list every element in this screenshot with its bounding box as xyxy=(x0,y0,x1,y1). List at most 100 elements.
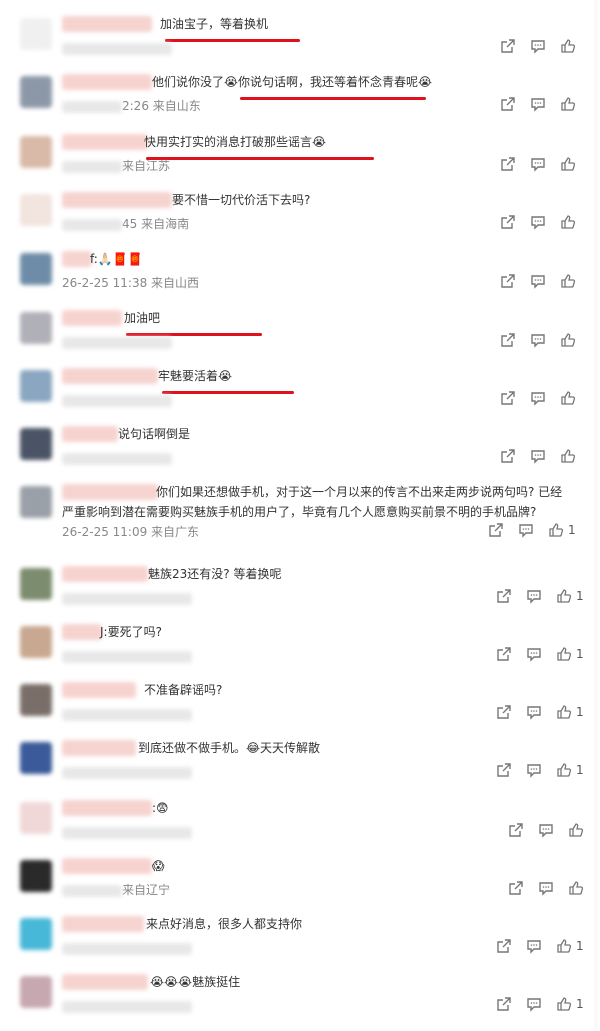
share-icon[interactable] xyxy=(496,646,512,662)
thumbs-up-icon[interactable] xyxy=(560,156,576,172)
username-redacted[interactable] xyxy=(62,682,136,698)
username-redacted[interactable] xyxy=(62,134,148,150)
username-redacted[interactable] xyxy=(62,192,172,208)
thumbs-up-icon[interactable] xyxy=(556,762,572,778)
username-redacted[interactable] xyxy=(62,251,92,267)
red-underline-annotation xyxy=(165,39,300,42)
comment-icon[interactable] xyxy=(530,38,546,54)
share-icon[interactable] xyxy=(496,996,512,1012)
meta-redacted xyxy=(62,826,192,839)
avatar[interactable] xyxy=(20,486,52,518)
avatar[interactable] xyxy=(20,136,52,168)
comment-icon[interactable] xyxy=(538,822,554,838)
share-icon[interactable] xyxy=(496,938,512,954)
share-icon[interactable] xyxy=(500,273,516,289)
username-redacted[interactable] xyxy=(62,74,152,90)
avatar[interactable] xyxy=(20,568,52,600)
meta-redacted xyxy=(62,1000,192,1013)
comment-text: 来点好消息，很多人都支持你 xyxy=(146,917,303,931)
comment-text: 不准备辟谣吗? xyxy=(144,683,223,697)
thumbs-up-icon[interactable] xyxy=(556,704,572,720)
comment-icon[interactable] xyxy=(526,588,542,604)
username-redacted[interactable] xyxy=(62,974,148,990)
comment-icon[interactable] xyxy=(530,273,546,289)
avatar[interactable] xyxy=(20,76,52,108)
comment-icon[interactable] xyxy=(530,390,546,406)
thumbs-up-icon[interactable] xyxy=(560,214,576,230)
comment-meta xyxy=(62,998,192,1014)
thumbs-up-icon[interactable] xyxy=(560,38,576,54)
thumbs-up-icon[interactable] xyxy=(556,938,572,954)
share-icon[interactable] xyxy=(500,448,516,464)
comment-icon[interactable] xyxy=(538,880,554,896)
comment-actions xyxy=(500,332,590,350)
thumbs-up-icon[interactable] xyxy=(556,588,572,604)
avatar[interactable] xyxy=(20,976,52,1008)
comment-icon[interactable] xyxy=(526,646,542,662)
avatar[interactable] xyxy=(20,18,52,50)
comment-icon[interactable] xyxy=(530,214,546,230)
comment-icon[interactable] xyxy=(530,96,546,112)
username-redacted[interactable] xyxy=(62,800,152,816)
avatar[interactable] xyxy=(20,194,52,226)
thumbs-up-icon[interactable] xyxy=(568,880,584,896)
comment-icon[interactable] xyxy=(526,996,542,1012)
thumbs-up-icon[interactable] xyxy=(548,522,564,538)
comment-meta: 来自辽宁 xyxy=(62,882,170,898)
share-icon[interactable] xyxy=(500,390,516,406)
comment-icon[interactable] xyxy=(518,522,534,538)
avatar[interactable] xyxy=(20,684,52,716)
comment-icon[interactable] xyxy=(530,448,546,464)
comment-meta xyxy=(62,334,172,350)
share-icon[interactable] xyxy=(500,38,516,54)
avatar[interactable] xyxy=(20,370,52,402)
share-icon[interactable] xyxy=(496,762,512,778)
username-redacted[interactable] xyxy=(62,624,102,640)
thumbs-up-icon[interactable] xyxy=(560,332,576,348)
share-icon[interactable] xyxy=(508,880,524,896)
username-redacted[interactable] xyxy=(62,368,158,384)
comment-icon[interactable] xyxy=(530,156,546,172)
avatar[interactable] xyxy=(20,802,52,834)
meta-redacted xyxy=(62,592,192,605)
avatar[interactable] xyxy=(20,312,52,344)
avatar[interactable] xyxy=(20,742,52,774)
share-icon[interactable] xyxy=(496,704,512,720)
share-icon[interactable] xyxy=(500,156,516,172)
avatar[interactable] xyxy=(20,428,52,460)
thumbs-up-icon[interactable] xyxy=(560,448,576,464)
thumbs-up-icon[interactable] xyxy=(556,646,572,662)
username-redacted[interactable] xyxy=(62,310,122,326)
thumbs-up-icon[interactable] xyxy=(560,273,576,289)
comment-item: 要不惜一切代价活下去吗? 45 来自海南 xyxy=(0,188,600,240)
username-redacted[interactable] xyxy=(62,16,152,32)
comment-icon[interactable] xyxy=(526,704,542,720)
comment-icon[interactable] xyxy=(526,938,542,954)
avatar[interactable] xyxy=(20,253,52,285)
username-redacted[interactable] xyxy=(62,858,152,874)
comment-text: J:要死了吗? xyxy=(100,625,162,639)
scrollbar[interactable] xyxy=(594,0,598,1031)
share-icon[interactable] xyxy=(500,214,516,230)
username-redacted[interactable] xyxy=(62,740,136,756)
share-icon[interactable] xyxy=(508,822,524,838)
comment-icon[interactable] xyxy=(526,762,542,778)
timestamp-location: 2:26 来自山东 xyxy=(122,99,201,113)
like-count: 1 xyxy=(576,997,584,1011)
username-redacted[interactable] xyxy=(62,566,148,582)
comment-icon[interactable] xyxy=(530,332,546,348)
share-icon[interactable] xyxy=(500,96,516,112)
avatar[interactable] xyxy=(20,626,52,658)
share-icon[interactable] xyxy=(496,588,512,604)
share-icon[interactable] xyxy=(488,522,504,538)
avatar[interactable] xyxy=(20,860,52,892)
share-icon[interactable] xyxy=(500,332,516,348)
username-redacted[interactable] xyxy=(62,426,118,442)
avatar[interactable] xyxy=(20,918,52,950)
username-redacted[interactable] xyxy=(62,916,144,932)
thumbs-up-icon[interactable] xyxy=(560,96,576,112)
thumbs-up-icon[interactable] xyxy=(568,822,584,838)
thumbs-up-icon[interactable] xyxy=(556,996,572,1012)
comment-item: 来点好消息，很多人都支持你 1 xyxy=(0,912,600,964)
thumbs-up-icon[interactable] xyxy=(560,390,576,406)
